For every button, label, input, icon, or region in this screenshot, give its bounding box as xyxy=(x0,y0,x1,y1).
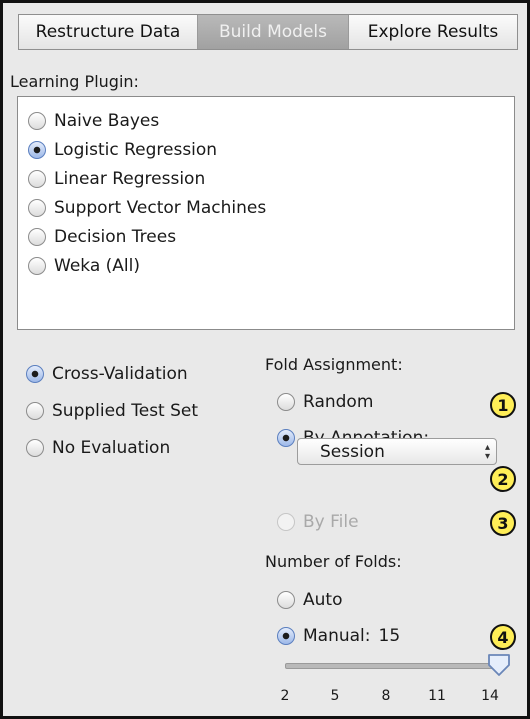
radio-icon[interactable] xyxy=(28,112,46,130)
fold-by-file: By File xyxy=(277,512,359,532)
folds-slider-track[interactable] xyxy=(285,663,501,669)
folds-manual[interactable]: Manual: 15 xyxy=(277,626,400,646)
slider-tick-label: 2 xyxy=(280,688,290,704)
eval-option-label: No Evaluation xyxy=(52,438,171,458)
folds-auto-label: Auto xyxy=(303,590,343,610)
radio-selected-icon[interactable] xyxy=(28,141,46,159)
radio-disabled-icon xyxy=(277,513,295,531)
eval-cross-validation[interactable]: Cross-Validation xyxy=(26,364,188,384)
slider-tick-label: 11 xyxy=(428,688,446,704)
radio-icon[interactable] xyxy=(277,591,295,609)
eval-option-label: Supplied Test Set xyxy=(52,401,199,421)
folds-slider-thumb[interactable] xyxy=(486,652,512,682)
slider-tick-label: 8 xyxy=(381,688,391,704)
plugin-option-decision-trees[interactable]: Decision Trees xyxy=(28,225,176,249)
eval-supplied-test-set[interactable]: Supplied Test Set xyxy=(26,401,198,421)
plugin-option-linear-regression[interactable]: Linear Regression xyxy=(28,167,205,191)
plugin-option-svm[interactable]: Support Vector Machines xyxy=(28,196,266,220)
plugin-option-label: Weka (All) xyxy=(54,256,140,276)
slider-tick-label: 14 xyxy=(481,688,499,704)
radio-selected-icon[interactable] xyxy=(277,627,295,645)
plugin-option-logistic-regression[interactable]: Logistic Regression xyxy=(28,138,217,162)
fold-random-label: Random xyxy=(303,392,374,412)
learning-plugin-list[interactable]: Naive Bayes Logistic Regression Linear R… xyxy=(17,96,515,330)
radio-icon[interactable] xyxy=(28,257,46,275)
plugin-option-label: Linear Regression xyxy=(54,169,206,189)
fold-random[interactable]: Random xyxy=(277,392,373,412)
annotation-select-value: Session xyxy=(320,441,385,462)
plugin-option-naive-bayes[interactable]: Naive Bayes xyxy=(28,109,159,133)
callout-3: 3 xyxy=(490,510,516,536)
folds-auto[interactable]: Auto xyxy=(277,590,342,610)
tab-bar: Restructure Data Build Models Explore Re… xyxy=(18,14,518,50)
radio-icon[interactable] xyxy=(28,170,46,188)
eval-no-evaluation[interactable]: No Evaluation xyxy=(26,438,170,458)
callout-1: 1 xyxy=(490,392,516,418)
plugin-option-label: Support Vector Machines xyxy=(54,198,267,218)
slider-tick-label: 5 xyxy=(330,688,340,704)
tab-build-models[interactable]: Build Models xyxy=(198,15,349,49)
radio-icon[interactable] xyxy=(28,199,46,217)
annotation-select[interactable]: Session ▴ ▾ xyxy=(297,438,497,465)
plugin-option-label: Decision Trees xyxy=(54,227,177,247)
plugin-option-label: Naive Bayes xyxy=(54,111,160,131)
radio-selected-icon[interactable] xyxy=(26,365,44,383)
fold-assignment-heading: Fold Assignment: xyxy=(265,355,403,374)
fold-by-file-label: By File xyxy=(303,512,359,532)
folds-manual-label: Manual: xyxy=(303,626,371,646)
radio-icon[interactable] xyxy=(26,402,44,420)
radio-selected-icon[interactable] xyxy=(277,429,295,447)
number-of-folds-heading: Number of Folds: xyxy=(265,552,402,571)
radio-icon[interactable] xyxy=(26,439,44,457)
radio-icon[interactable] xyxy=(28,228,46,246)
plugin-option-label: Logistic Regression xyxy=(54,140,218,160)
folds-manual-value: 15 xyxy=(378,626,401,646)
radio-icon[interactable] xyxy=(277,393,295,411)
eval-option-label: Cross-Validation xyxy=(52,364,188,384)
tab-restructure-data[interactable]: Restructure Data xyxy=(19,15,198,49)
callout-4: 4 xyxy=(490,624,516,650)
callout-2: 2 xyxy=(490,466,516,492)
updown-arrows-icon: ▴ ▾ xyxy=(484,442,490,462)
learning-plugin-heading: Learning Plugin: xyxy=(10,72,139,91)
tab-explore-results[interactable]: Explore Results xyxy=(349,15,517,49)
plugin-option-weka[interactable]: Weka (All) xyxy=(28,254,140,278)
